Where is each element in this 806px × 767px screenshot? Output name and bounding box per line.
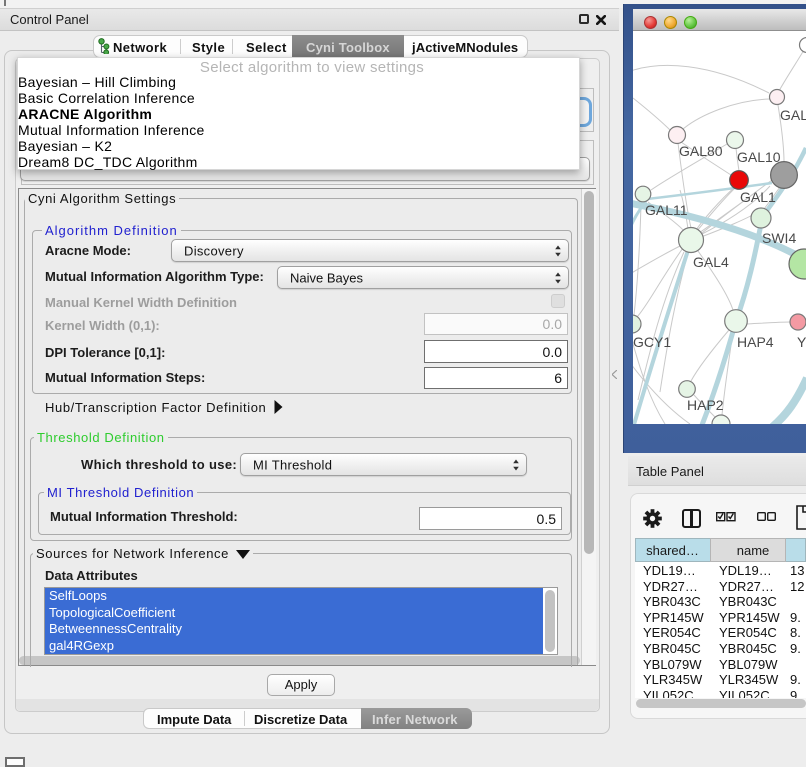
svg-text:SWI4: SWI4 [762, 230, 796, 246]
svg-text:GAL80: GAL80 [679, 143, 723, 159]
svg-text:Y: Y [797, 334, 806, 350]
svg-text:HAP4: HAP4 [737, 334, 774, 350]
svg-text:GAL11: GAL11 [645, 202, 688, 218]
svg-text:GAL10: GAL10 [737, 149, 781, 165]
svg-text:GCY1: GCY1 [633, 334, 671, 350]
svg-text:GAL4: GAL4 [693, 254, 729, 270]
svg-text:GAL1: GAL1 [740, 189, 776, 205]
svg-text:GAL7: GAL7 [780, 107, 806, 123]
svg-text:HAP2: HAP2 [687, 397, 724, 413]
